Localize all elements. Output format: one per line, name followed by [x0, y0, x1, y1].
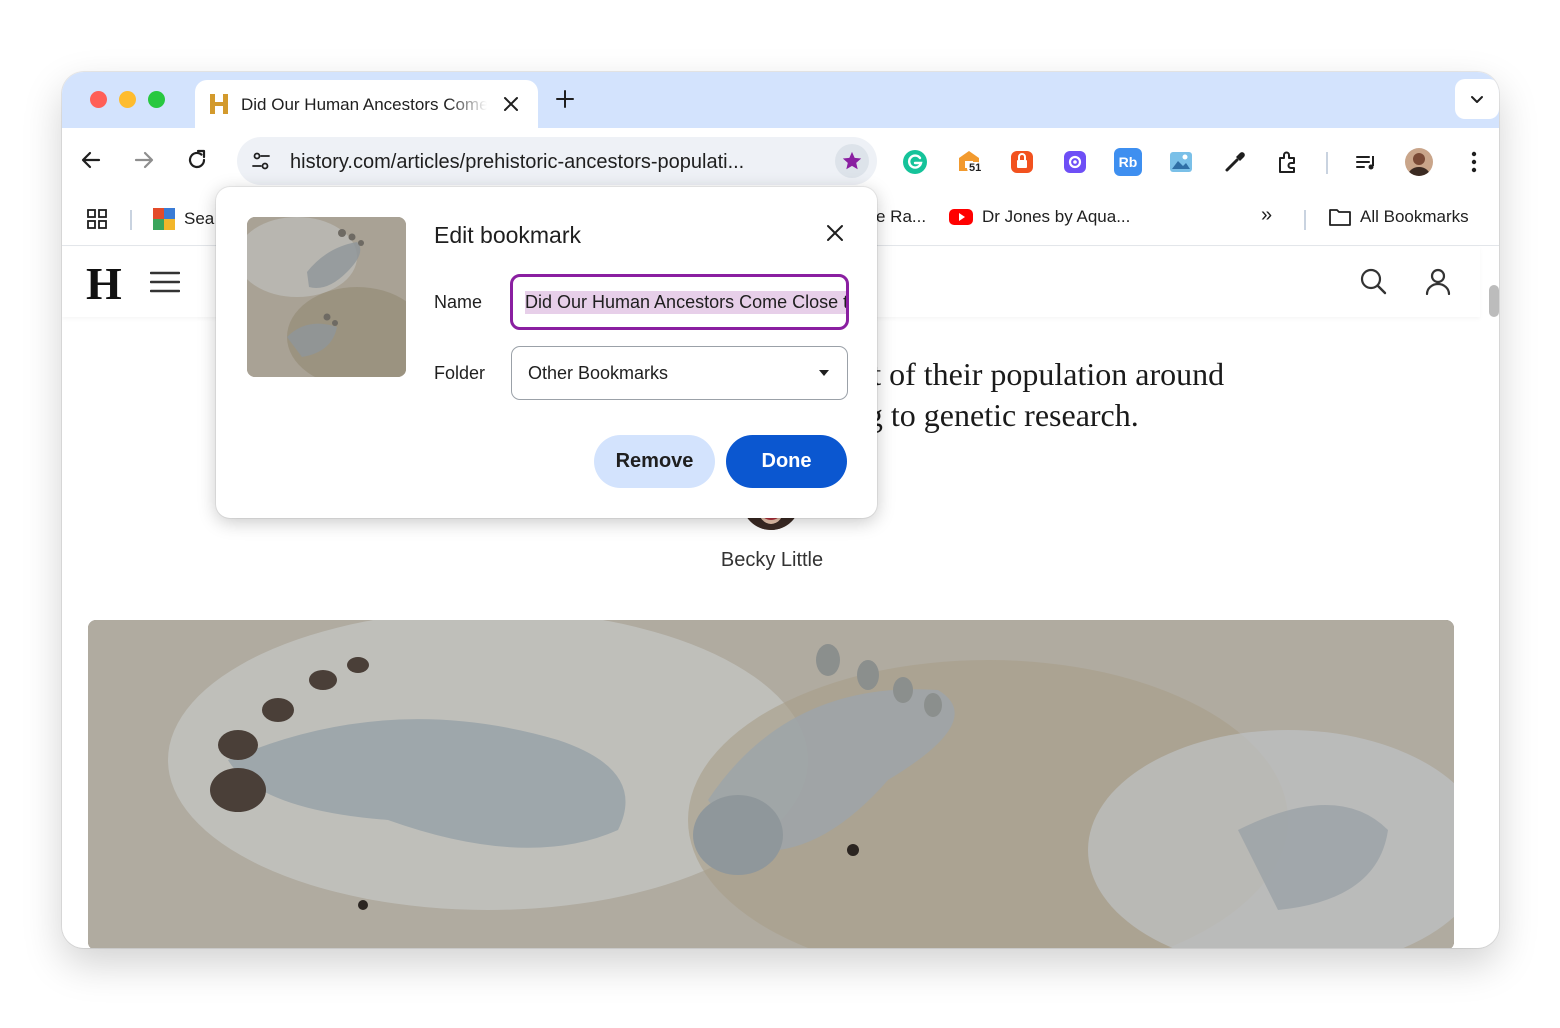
star-filled-icon: [842, 151, 862, 170]
bookmark-item-1[interactable]: Sea: [152, 207, 214, 231]
name-label: Name: [434, 292, 483, 312]
chrome-menu-icon[interactable]: [1460, 148, 1488, 176]
remove-button[interactable]: Remove: [594, 435, 715, 488]
scrollbar-thumb[interactable]: [1489, 285, 1499, 317]
bookmark-name-input[interactable]: Did Our Human Ancestors Come Close to Ex…: [510, 274, 849, 330]
done-button[interactable]: Done: [726, 435, 847, 488]
author-name[interactable]: Becky Little: [650, 549, 894, 572]
dialog-title: Edit bookmark: [434, 222, 582, 248]
rb-extension-icon[interactable]: Rb: [1114, 148, 1142, 176]
badge-extension-icon[interactable]: 51: [955, 148, 984, 176]
minimize-window-button[interactable]: [119, 91, 136, 108]
bookmark-item-2[interactable]: e Ra...: [876, 207, 926, 227]
back-icon[interactable]: [79, 148, 103, 172]
gear-extension-icon[interactable]: [1061, 148, 1089, 176]
bookmark-item-3[interactable]: Dr Jones by Aqua...: [948, 207, 1130, 227]
close-tab-icon[interactable]: [501, 94, 521, 114]
bookmark-name-value[interactable]: Did Our Human Ancestors Come Close to Ex…: [525, 290, 846, 314]
tab-title: Did Our Human Ancestors Come Close to Ex…: [241, 95, 487, 114]
toolbar-divider: [1326, 152, 1328, 174]
bookmarks-divider-2: [1304, 210, 1306, 230]
folder-select[interactable]: Other Bookmarks: [511, 346, 848, 400]
tab-active[interactable]: Did Our Human Ancestors Come Close to Ex…: [195, 80, 538, 128]
article-dek: ent of their population around ing to ge…: [842, 356, 1225, 433]
eyedropper-extension-icon[interactable]: [1221, 148, 1249, 176]
profile-avatar[interactable]: [1405, 148, 1433, 176]
extension-badge: 51: [967, 162, 984, 174]
all-bookmarks-button[interactable]: All Bookmarks: [1328, 207, 1469, 227]
media-control-icon[interactable]: [1352, 148, 1380, 176]
footprints-image: [88, 620, 1454, 948]
bookmark-favicon-icon: [153, 208, 175, 230]
close-icon[interactable]: [823, 221, 847, 245]
extensions-puzzle-icon[interactable]: [1274, 148, 1302, 176]
forward-icon[interactable]: [132, 148, 156, 172]
lock-extension-icon[interactable]: [1008, 148, 1036, 176]
url-text[interactable]: history.com/articles/prehistoric-ancesto…: [290, 151, 810, 174]
youtube-icon: [949, 209, 973, 225]
image-extension-icon[interactable]: [1167, 148, 1195, 176]
zoom-window-button[interactable]: [148, 91, 165, 108]
site-logo[interactable]: H: [86, 257, 122, 310]
user-account-icon[interactable]: [1424, 267, 1452, 295]
bookmark-star-button[interactable]: [835, 144, 869, 178]
hamburger-menu-icon[interactable]: [150, 271, 180, 293]
grammarly-extension-icon[interactable]: [901, 148, 929, 176]
search-icon[interactable]: [1359, 267, 1387, 295]
apps-grid-icon[interactable]: [86, 208, 108, 230]
folder-label: Folder: [434, 363, 486, 383]
reload-icon[interactable]: [185, 148, 209, 172]
tab-search-button[interactable]: [1455, 79, 1499, 119]
hero-image: [88, 620, 1454, 948]
new-tab-icon[interactable]: [554, 88, 576, 110]
address-bar[interactable]: history.com/articles/prehistoric-ancesto…: [237, 137, 877, 185]
bookmarks-divider: [130, 210, 132, 230]
edit-bookmark-dialog: Edit bookmark Name Did Our Human Ancesto…: [216, 187, 877, 518]
history-favicon-icon: [210, 94, 228, 114]
bookmarks-overflow-button[interactable]: »: [1261, 204, 1272, 227]
chevron-down-icon: [1471, 96, 1483, 103]
close-window-button[interactable]: [90, 91, 107, 108]
folder-select-value: Other Bookmarks: [528, 362, 669, 383]
tab-strip: Did Our Human Ancestors Come Close to Ex…: [62, 72, 1499, 128]
bookmark-thumbnail: [247, 217, 406, 377]
site-info-icon[interactable]: [249, 149, 273, 173]
dropdown-arrow-icon: [819, 370, 829, 376]
folder-icon: [1329, 209, 1351, 226]
